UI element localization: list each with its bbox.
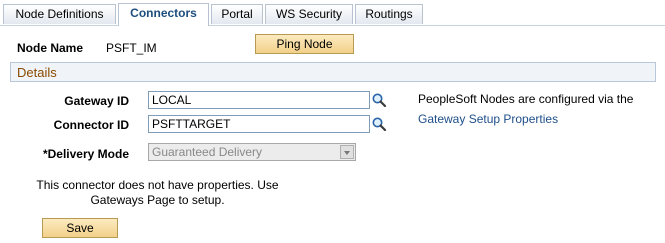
delivery-mode-label: *Delivery Mode: [42, 147, 129, 161]
connector-id-input[interactable]: PSFTTARGET: [148, 115, 370, 133]
tab-bar-divider: [0, 25, 665, 26]
gateway-id-label: Gateway ID: [64, 94, 129, 108]
tab-portal-label: Portal: [221, 7, 253, 21]
gateway-info-text: PeopleSoft Nodes are configured via the: [418, 92, 634, 106]
details-title: Details: [17, 65, 57, 80]
message-line-1: This connector does not have properties.…: [36, 178, 279, 192]
gateway-id-input[interactable]: LOCAL: [148, 91, 370, 109]
connector-lookup-icon[interactable]: [371, 116, 387, 132]
message-line-2: Gateways Page to setup.: [90, 193, 225, 207]
ping-node-button[interactable]: Ping Node: [255, 34, 354, 54]
tab-connectors[interactable]: Connectors: [118, 3, 209, 26]
gateway-lookup-icon[interactable]: [371, 92, 387, 108]
delivery-mode-value: Guaranteed Delivery: [152, 145, 263, 159]
tab-connectors-label: Connectors: [130, 6, 197, 20]
tab-routings[interactable]: Routings: [355, 4, 423, 24]
save-button[interactable]: Save: [42, 218, 118, 238]
tab-bar: Node Definitions Connectors Portal WS Se…: [0, 0, 665, 26]
delivery-mode-select: Guaranteed Delivery: [148, 143, 356, 161]
tab-portal[interactable]: Portal: [211, 4, 263, 24]
tab-ws-security-label: WS Security: [275, 7, 342, 21]
details-group-header: Details: [10, 62, 656, 82]
tab-node-definitions-label: Node Definitions: [15, 7, 104, 21]
tab-ws-security[interactable]: WS Security: [265, 4, 353, 24]
gateway-setup-properties-link[interactable]: Gateway Setup Properties: [418, 112, 558, 126]
node-name-value: PSFT_IM: [106, 41, 157, 55]
tab-routings-label: Routings: [365, 7, 413, 21]
tab-node-definitions[interactable]: Node Definitions: [3, 4, 116, 24]
chevron-down-icon: [340, 145, 354, 159]
node-name-label: Node Name: [17, 41, 84, 55]
connector-properties-message: This connector does not have properties.…: [20, 178, 295, 208]
connector-id-label: Connector ID: [53, 118, 129, 132]
gateway-setup-link-wrap: Gateway Setup Properties: [418, 112, 558, 126]
